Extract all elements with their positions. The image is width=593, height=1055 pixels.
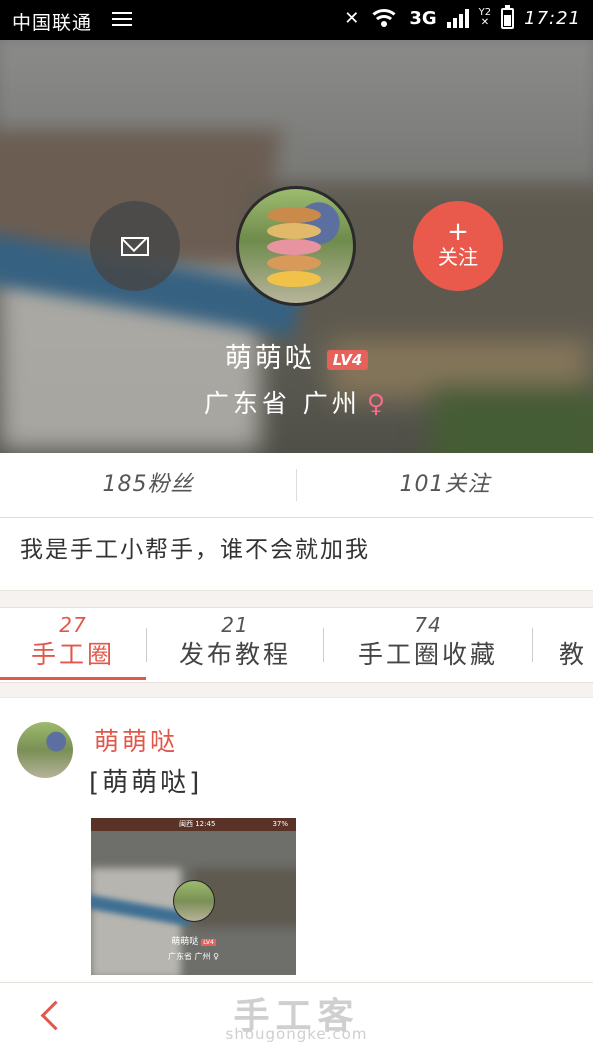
post-image[interactable]: 闽西 12:45 37% 萌萌哒 LV4 广东省 广州 ♀: [91, 818, 296, 975]
post-image-location: 广东省 广州 ♀: [168, 952, 219, 961]
sim2-label: Y2: [478, 7, 492, 18]
tab-separator: [146, 628, 147, 662]
post-image-status-bar: 闽西 12:45 37%: [91, 818, 296, 831]
location-text: 广东省 广州: [203, 389, 361, 418]
tab-label: 教: [559, 640, 588, 669]
avatar-donut: [267, 207, 321, 223]
tab-separator: [532, 628, 533, 662]
post-image-carrier: 闽西 12:45: [179, 820, 216, 828]
post-image-level: LV4: [201, 939, 216, 946]
signal-icon: [446, 8, 469, 28]
tab-label: 手工圈: [30, 640, 115, 669]
tab-label: 手工圈收藏: [357, 640, 498, 669]
watermark-url: shougongke.com: [225, 1025, 368, 1043]
tab-handcraft-circle[interactable]: 27 手工圈: [0, 608, 146, 682]
tab-published-tutorials[interactable]: 21 发布教程: [147, 608, 323, 682]
profile-location: 广东省 广州 ♀: [0, 384, 593, 420]
avatar-donut: [267, 255, 321, 271]
post-image-avatar: [173, 880, 215, 922]
mute-icon: ✕: [344, 7, 360, 29]
active-tab-indicator: [0, 677, 146, 680]
wifi-icon: [369, 7, 400, 29]
post-image-battery: 37%: [272, 820, 288, 828]
profile-bio: 我是手工小帮手，谁不会就加我: [20, 537, 370, 563]
fans-count[interactable]: 185粉丝: [0, 453, 296, 517]
carrier-label: 中国联通: [12, 12, 93, 34]
level-badge: LV4: [326, 349, 369, 370]
tab-count: 74: [414, 613, 442, 637]
tab-label: 发布教程: [178, 640, 291, 669]
status-bar: 中国联通 ✕ 3G Y2 ✕ 17:21: [0, 0, 593, 40]
content-tabs: 27 手工圈 21 发布教程 74 手工圈收藏 教: [0, 608, 593, 683]
username-text: 萌萌哒: [224, 343, 315, 374]
post-image-name: 萌萌哒: [171, 937, 199, 947]
section-divider: [0, 590, 593, 608]
sim2-indicator: Y2 ✕: [478, 7, 492, 28]
post-text: [萌萌哒]: [89, 768, 203, 798]
menu-icon: [112, 12, 132, 26]
profile-username: 萌萌哒 LV4: [0, 336, 593, 375]
post-author-name[interactable]: 萌萌哒: [94, 722, 178, 758]
plus-icon: +: [447, 217, 469, 247]
envelope-icon: [121, 236, 149, 256]
female-icon: ♀: [366, 389, 390, 418]
tab-separator: [323, 628, 324, 662]
tab-count: [559, 614, 593, 636]
follow-label: 关注: [438, 245, 478, 269]
profile-avatar[interactable]: [236, 186, 356, 306]
post-author-avatar[interactable]: [17, 722, 73, 778]
bottom-bar: 手工客 shougongke.com: [0, 982, 593, 1055]
following-count[interactable]: 101关注: [297, 453, 593, 517]
tab-count: 21: [221, 613, 249, 637]
message-button[interactable]: [90, 201, 180, 291]
avatar-donut: [267, 223, 321, 239]
post-image-name-row: 萌萌哒 LV4: [91, 934, 296, 947]
network-type: 3G: [409, 7, 437, 29]
battery-icon: [501, 4, 515, 29]
status-icons: ✕ 3G Y2 ✕ 17:21: [344, 4, 581, 29]
section-divider: [0, 683, 593, 698]
profile-header: + 关注 萌萌哒 LV4 广东省 广州 ♀: [0, 40, 593, 453]
tab-tutorials-overflow[interactable]: 教: [533, 608, 593, 682]
stats-row: 185粉丝 101关注: [0, 453, 593, 518]
tab-circle-favorites[interactable]: 74 手工圈收藏: [324, 608, 532, 682]
avatar-donut: [267, 271, 321, 287]
avatar-donut: [267, 239, 321, 255]
clock: 17:21: [524, 7, 581, 29]
tab-count: 27: [59, 613, 87, 637]
follow-button[interactable]: + 关注: [413, 201, 503, 291]
